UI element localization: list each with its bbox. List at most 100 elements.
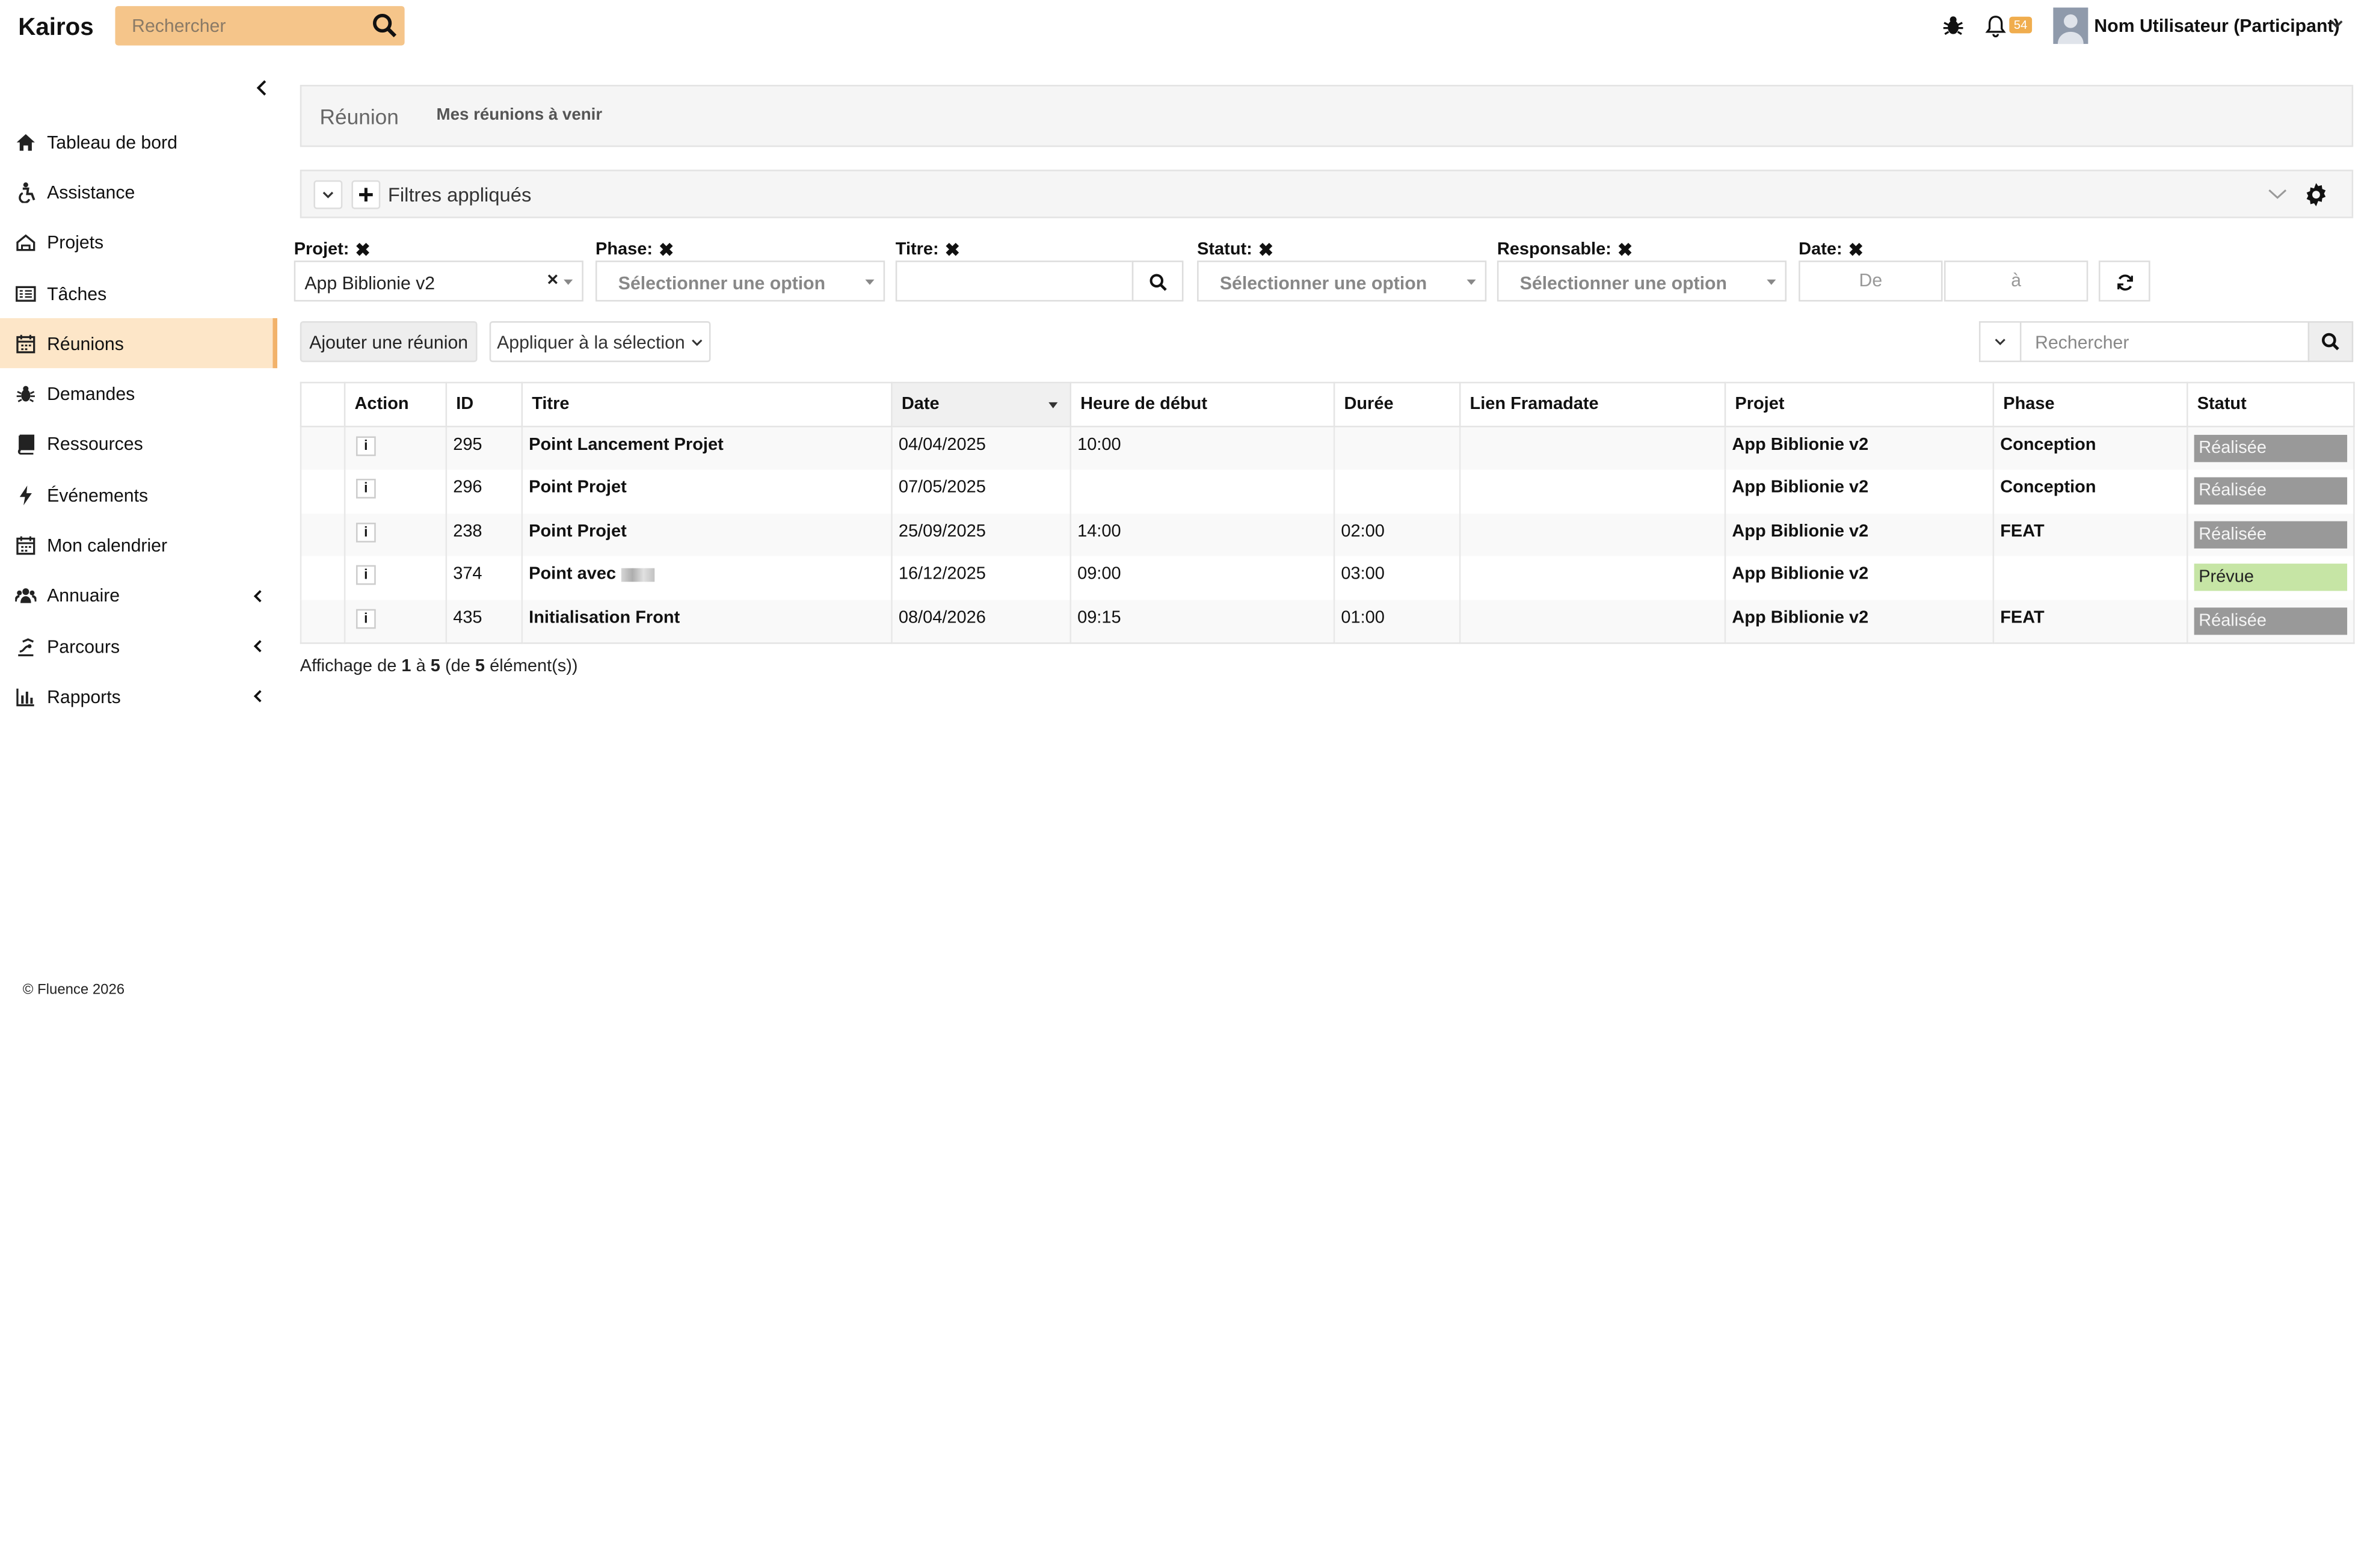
table-row[interactable]: i 435 Initialisation Front 08/04/2026 09… bbox=[300, 600, 2355, 644]
projet-select[interactable]: App Biblionie v2 ✕ bbox=[294, 260, 583, 302]
bug-icon[interactable] bbox=[1941, 14, 1965, 38]
column-header-projet[interactable]: Projet bbox=[1724, 381, 1995, 428]
sidebar-nav: Tableau de bord Assistance Projets Tâche… bbox=[0, 117, 277, 722]
chevron-down-icon[interactable] bbox=[2267, 186, 2288, 201]
gear-icon[interactable] bbox=[2303, 182, 2329, 208]
sidebar-item-rapports[interactable]: Rapports bbox=[0, 672, 277, 722]
remove-filter-icon[interactable]: ✖ bbox=[659, 239, 674, 260]
info-icon[interactable]: i bbox=[355, 609, 376, 629]
chevron-down-icon[interactable] bbox=[2329, 17, 2344, 32]
date-cell: 04/04/2025 bbox=[891, 426, 1072, 470]
titre-cell[interactable]: Initialisation Front bbox=[521, 600, 893, 644]
user-menu[interactable]: Nom Utilisateur (Participant) bbox=[2094, 15, 2339, 36]
clear-icon[interactable]: ✕ bbox=[546, 272, 559, 289]
apply-to-selection-label: Appliquer à la sélection bbox=[497, 331, 685, 352]
column-header-date[interactable]: Date bbox=[891, 381, 1072, 428]
chevron-down-icon bbox=[322, 191, 334, 198]
column-header-heure[interactable]: Heure de début bbox=[1070, 381, 1335, 428]
statut-cell: Réalisée bbox=[2187, 426, 2355, 470]
info-icon[interactable]: i bbox=[355, 479, 376, 499]
sidebar-item-annuaire[interactable]: Annuaire bbox=[0, 571, 277, 621]
duree-cell bbox=[1333, 470, 1461, 514]
info-icon[interactable]: i bbox=[355, 436, 376, 457]
sidebar-item-reunions[interactable]: Réunions bbox=[0, 318, 277, 369]
column-header-action[interactable]: Action bbox=[343, 381, 448, 428]
search-icon[interactable] bbox=[371, 12, 398, 39]
column-header-statut[interactable]: Statut bbox=[2187, 381, 2355, 428]
titre-cell[interactable]: Point Projet bbox=[521, 513, 893, 557]
column-header-phase[interactable]: Phase bbox=[1992, 381, 2188, 428]
row-select-cell[interactable] bbox=[300, 600, 346, 644]
redacted-name bbox=[620, 568, 654, 582]
user-avatar-icon bbox=[2053, 7, 2088, 45]
sidebar-item-parcours[interactable]: Parcours bbox=[0, 621, 277, 672]
heure-cell: 09:15 bbox=[1070, 600, 1335, 644]
remove-filter-icon[interactable]: ✖ bbox=[1258, 239, 1273, 260]
table-row[interactable]: i 374 Point avec 16/12/2025 09:00 03:00 … bbox=[300, 556, 2355, 600]
titre-cell[interactable]: Point Lancement Projet bbox=[521, 426, 893, 470]
table-search-input[interactable] bbox=[2019, 321, 2310, 363]
projet-cell: App Biblionie v2 bbox=[1724, 513, 1995, 557]
remove-filter-icon[interactable]: ✖ bbox=[945, 239, 960, 260]
global-search-input[interactable] bbox=[115, 6, 361, 46]
remove-filter-icon[interactable]: ✖ bbox=[1848, 239, 1864, 260]
table-search-button[interactable] bbox=[2307, 321, 2354, 363]
date-to-input[interactable]: à bbox=[1944, 260, 2088, 302]
add-filter-button[interactable] bbox=[351, 180, 381, 209]
phase-select[interactable]: Sélectionner une option bbox=[596, 260, 885, 302]
sidebar-item-ressources[interactable]: Ressources bbox=[0, 419, 277, 470]
add-meeting-button[interactable]: Ajouter une réunion bbox=[300, 321, 478, 363]
date-from-input[interactable]: De bbox=[1799, 260, 1943, 302]
filters-toggle-button[interactable] bbox=[313, 180, 343, 209]
table-row[interactable]: i 296 Point Projet 07/05/2025 App Biblio… bbox=[300, 470, 2355, 514]
remove-filter-icon[interactable]: ✖ bbox=[1617, 239, 1633, 260]
titre-cell[interactable]: Point Projet bbox=[521, 470, 893, 514]
responsable-select[interactable]: Sélectionner une option bbox=[1497, 260, 1787, 302]
row-select-cell[interactable] bbox=[300, 556, 346, 600]
sidebar-item-tableau-de-bord[interactable]: Tableau de bord bbox=[0, 117, 277, 167]
avatar[interactable] bbox=[2053, 7, 2088, 45]
statut-select-placeholder: Sélectionner une option bbox=[1219, 272, 1427, 294]
titre-search-button[interactable] bbox=[1131, 260, 1184, 302]
table-row[interactable]: i 238 Point Projet 25/09/2025 14:00 02:0… bbox=[300, 513, 2355, 557]
summary-to: 5 bbox=[430, 657, 440, 676]
apply-to-selection-button[interactable]: Appliquer à la sélection bbox=[489, 321, 711, 363]
remove-filter-icon[interactable]: ✖ bbox=[355, 239, 371, 260]
sidebar-collapse-icon[interactable] bbox=[251, 77, 272, 98]
row-select-cell[interactable] bbox=[300, 470, 346, 514]
bar-chart-icon bbox=[16, 688, 34, 707]
titre-cell[interactable]: Point avec bbox=[521, 556, 893, 600]
sidebar-item-assistance[interactable]: Assistance bbox=[0, 167, 277, 218]
sort-desc-icon bbox=[1048, 402, 1058, 408]
statut-select[interactable]: Sélectionner une option bbox=[1197, 260, 1487, 302]
sidebar-item-demandes[interactable]: Demandes bbox=[0, 369, 277, 419]
table-row[interactable]: i 295 Point Lancement Projet 04/04/2025 … bbox=[300, 426, 2355, 470]
chevron-left-icon bbox=[253, 640, 262, 653]
sidebar-item-projets[interactable]: Projets bbox=[0, 218, 277, 268]
app-logo[interactable]: Kairos bbox=[18, 15, 93, 42]
column-header-duree[interactable]: Durée bbox=[1333, 381, 1461, 428]
notification-badge: 54 bbox=[2009, 16, 2032, 34]
row-select-cell[interactable] bbox=[300, 513, 346, 557]
phase-cell: Conception bbox=[1992, 426, 2188, 470]
row-select-cell[interactable] bbox=[300, 426, 346, 470]
summary-total: 5 bbox=[475, 657, 485, 676]
date-cell: 07/05/2025 bbox=[891, 470, 1072, 514]
bell-icon[interactable] bbox=[1984, 14, 2008, 38]
statut-cell: Réalisée bbox=[2187, 513, 2355, 557]
search-icon bbox=[1150, 274, 1167, 291]
column-header-titre[interactable]: Titre bbox=[521, 381, 893, 428]
column-header-lien[interactable]: Lien Framadate bbox=[1459, 381, 1726, 428]
sidebar-item-evenements[interactable]: Événements bbox=[0, 470, 277, 520]
column-header-select[interactable] bbox=[300, 381, 346, 428]
titre-input[interactable] bbox=[895, 260, 1134, 302]
duree-cell: 01:00 bbox=[1333, 600, 1461, 644]
search-scope-dropdown[interactable] bbox=[1978, 321, 2022, 363]
sidebar-item-mon-calendrier[interactable]: Mon calendrier bbox=[0, 520, 277, 571]
reset-filters-button[interactable] bbox=[2098, 260, 2150, 302]
column-header-id[interactable]: ID bbox=[445, 381, 523, 428]
info-icon[interactable]: i bbox=[355, 522, 376, 543]
info-icon[interactable]: i bbox=[355, 565, 376, 586]
sidebar-item-taches[interactable]: Tâches bbox=[0, 268, 277, 319]
id-cell: 295 bbox=[445, 426, 523, 470]
